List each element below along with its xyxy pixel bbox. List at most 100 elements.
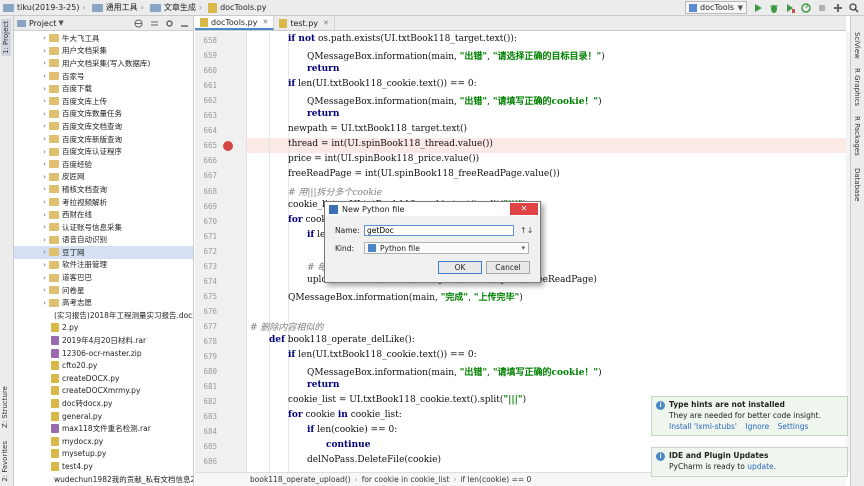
tree-file[interactable]: mydocx.py <box>14 435 193 448</box>
chevron-right-icon[interactable]: › <box>40 110 49 118</box>
sort-icon[interactable]: ↑↓ <box>520 226 533 235</box>
tree-folder[interactable]: › 豆丁网 <box>14 246 193 259</box>
tree-file[interactable]: 2.py <box>14 322 193 335</box>
breadcrumb-function[interactable]: book118_operate_upload() <box>250 475 351 484</box>
tree-file[interactable]: (实习报告)2018年工程测量实习报告.docx <box>14 309 193 322</box>
ignore-link[interactable]: Ignore <box>745 422 769 431</box>
chevron-right-icon[interactable]: › <box>40 72 49 80</box>
chevron-right-icon[interactable]: › <box>40 47 49 55</box>
tree-folder[interactable]: › 道客巴巴 <box>14 271 193 284</box>
tool-tab-sciview[interactable]: SciView <box>853 32 861 59</box>
run-configuration-select[interactable]: docTools ▼ <box>685 1 747 14</box>
hide-panel-icon[interactable] <box>180 19 189 28</box>
tree-file[interactable]: wudechun1982我的贡献_私有文档信息2 <box>14 473 193 486</box>
chevron-right-icon[interactable]: › <box>40 211 49 219</box>
coverage-icon[interactable] <box>784 2 796 14</box>
tree-file[interactable]: 12306-ocr-master.zip <box>14 347 193 360</box>
code-line[interactable]: QMessageBox.information(main, "出错", "请选择… <box>250 49 845 62</box>
chevron-right-icon[interactable]: › <box>40 160 49 168</box>
tree-folder[interactable]: › 百度文库数量任务 <box>14 108 193 121</box>
code-line[interactable]: return <box>250 64 845 74</box>
name-input[interactable] <box>364 225 514 236</box>
gear-icon[interactable] <box>165 19 174 28</box>
chevron-right-icon[interactable]: › <box>40 135 49 143</box>
chevron-right-icon[interactable]: › <box>40 85 49 93</box>
tool-tab-r-packages[interactable]: R Packages <box>853 116 861 156</box>
globe-icon[interactable] <box>134 19 143 28</box>
tree-folder[interactable]: › 百度下载 <box>14 82 193 95</box>
tree-folder[interactable]: › 百度文库认证程序 <box>14 145 193 158</box>
tree-folder[interactable]: › 认证账号信息采集 <box>14 221 193 234</box>
code-line[interactable]: def book118_operate_delLike(): <box>250 335 845 345</box>
tree-file[interactable]: test4.py <box>14 460 193 473</box>
tree-file[interactable]: mysetup.py <box>14 448 193 461</box>
close-icon[interactable]: ✕ <box>323 19 329 27</box>
chevron-right-icon[interactable]: › <box>40 97 49 105</box>
tree-file[interactable]: general.py <box>14 410 193 423</box>
tool-tab-favorites[interactable]: 2: Favorites <box>1 441 9 482</box>
code-line[interactable]: if not os.path.exists(UI.txtBook118_targ… <box>250 34 845 44</box>
code-line[interactable]: thread = int(UI.spinBook118_thread.value… <box>250 139 845 149</box>
tree-folder[interactable]: › 软件注册管理 <box>14 259 193 272</box>
tool-tab-r-graphics[interactable]: R Graphics <box>853 68 861 106</box>
tree-folder[interactable]: › 百度经验 <box>14 158 193 171</box>
chevron-right-icon[interactable]: › <box>40 59 49 67</box>
breadcrumb-tools[interactable]: 通用工具 › <box>89 2 147 13</box>
tree-folder[interactable]: › 高考志愿 <box>14 296 193 309</box>
tool-tab-project[interactable]: 1: Project <box>1 19 11 56</box>
chevron-right-icon[interactable]: › <box>40 173 49 181</box>
dialog-close-button[interactable]: ✕ <box>510 203 538 215</box>
code-line[interactable]: # 用|||拆分多个cookie <box>250 185 845 198</box>
breadcrumb-for-loop[interactable]: for cookie in cookie_list <box>362 475 450 484</box>
code-line[interactable]: QMessageBox.information(main, "完成", "上传完… <box>250 290 845 303</box>
tree-folder[interactable]: › 百度文库新版查询 <box>14 133 193 146</box>
chevron-right-icon[interactable]: › <box>40 274 49 282</box>
tree-file[interactable]: doc转docx.py <box>14 397 193 410</box>
tree-folder[interactable]: › 问卷星 <box>14 284 193 297</box>
chevron-right-icon[interactable]: › <box>40 286 49 294</box>
breakpoint-icon[interactable] <box>223 140 233 151</box>
search-icon[interactable] <box>848 2 860 14</box>
chevron-right-icon[interactable]: › <box>40 34 49 42</box>
chevron-right-icon[interactable]: › <box>40 261 49 269</box>
tree-file[interactable]: 2019年4月20日材料.rar <box>14 334 193 347</box>
ok-button[interactable]: OK <box>438 261 482 274</box>
code-line[interactable]: newpath = UI.txtBook118_target.text() <box>250 124 845 134</box>
chevron-right-icon[interactable]: › <box>40 185 49 193</box>
project-view-selector[interactable]: Project <box>29 19 56 28</box>
update-link[interactable]: update <box>747 462 773 471</box>
tree-file[interactable]: cfto20.py <box>14 359 193 372</box>
code-line[interactable]: freeReadPage = int(UI.spinBook118_freeRe… <box>250 169 845 179</box>
tab-doctools[interactable]: docTools.py ✕ <box>195 16 275 30</box>
tree-folder[interactable]: › 用户文档采集 <box>14 45 193 58</box>
code-line[interactable]: price = int(UI.spinBook118_price.value()… <box>250 154 845 164</box>
code-line[interactable]: if len(UI.txtBook118_cookie.text()) == 0… <box>250 350 845 360</box>
chevron-right-icon[interactable]: › <box>40 198 49 206</box>
breadcrumb-project[interactable]: tiku(2019-3-25) › <box>0 3 89 12</box>
tree-folder[interactable]: › 百家号 <box>14 70 193 83</box>
profile-icon[interactable] <box>800 2 812 14</box>
kind-select[interactable]: Python file ▾ <box>364 242 529 254</box>
tree-folder[interactable]: › 百度文库文档查询 <box>14 120 193 133</box>
tree-folder[interactable]: › 皮匠网 <box>14 171 193 184</box>
chevron-right-icon[interactable]: › <box>40 223 49 231</box>
chevron-right-icon[interactable]: › <box>40 148 49 156</box>
tool-tab-structure[interactable]: Z: Structure <box>1 386 9 428</box>
close-icon[interactable]: ✕ <box>262 18 268 26</box>
tree-file[interactable]: max118文件重名检测.rar <box>14 422 193 435</box>
stop-icon[interactable] <box>816 2 828 14</box>
tree-folder[interactable]: › 用户文档采集(写入数据库) <box>14 57 193 70</box>
chevron-right-icon[interactable]: › <box>40 248 49 256</box>
collapse-all-icon[interactable] <box>150 19 159 28</box>
code-line[interactable]: # 删除内容相似的 <box>250 320 845 333</box>
tree-folder[interactable]: › 牛大飞工具 <box>14 32 193 45</box>
tree-folder[interactable]: › 稽核文档查询 <box>14 183 193 196</box>
code-line[interactable]: if len(UI.txtBook118_cookie.text()) == 0… <box>250 79 845 89</box>
tab-test[interactable]: test.py ✕ <box>274 16 335 30</box>
tree-folder[interactable]: › 百度文库上传 <box>14 95 193 108</box>
tree-file[interactable]: createDOCX.py <box>14 372 193 385</box>
breadcrumb-if-block[interactable]: if len(cookie) == 0 <box>460 475 531 484</box>
tool-tab-database[interactable]: Database <box>853 168 861 201</box>
code-line[interactable]: return <box>250 109 845 119</box>
breadcrumb-article[interactable]: 文章生成 › <box>147 2 205 13</box>
